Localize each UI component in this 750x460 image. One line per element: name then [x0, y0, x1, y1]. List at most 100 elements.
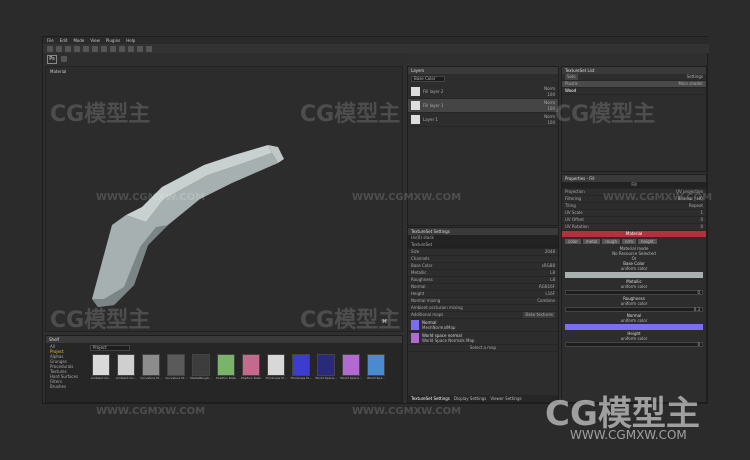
map-row[interactable]: Normal MeshNormalMap [408, 319, 558, 332]
roughness-slider[interactable]: 0.3 [565, 307, 703, 312]
shelf-thumbnail[interactable]: World Spa... [365, 354, 387, 398]
picker-tool-icon[interactable] [92, 45, 98, 52]
paint-tool-icon[interactable] [47, 45, 53, 52]
layer-row[interactable]: Fill layer 2 Norm 100 [408, 85, 558, 99]
channel-row[interactable]: Metallic L8 [408, 270, 558, 277]
shelf-thumbnail[interactable]: Position Data [215, 354, 237, 398]
settings-button[interactable]: Settings [687, 74, 703, 80]
textureset-item[interactable]: Wood [562, 88, 706, 95]
size-row[interactable]: Size 2048 [408, 249, 558, 256]
shelf-thumbnail[interactable]: Position Data [240, 354, 262, 398]
app-window: File Edit Mode View Plugins Help Ps Mate… [42, 36, 709, 404]
layers-channel-select[interactable]: Base Color [411, 76, 445, 82]
bake-textures-button[interactable]: Bake textures [523, 312, 555, 318]
tab-display-settings[interactable]: Display Settings [454, 395, 486, 402]
uv-rotation-row[interactable]: UV Rotation 0 [562, 224, 706, 231]
fill-section-label: Fill [631, 182, 637, 187]
normal-mixing-row[interactable]: Normal mixing Combine [408, 298, 558, 305]
uv-scale-row[interactable]: UV Scale 1 [562, 210, 706, 217]
map-text: World space normal World Space Normals Ma… [422, 333, 475, 343]
eraser-tool-icon[interactable] [56, 45, 62, 52]
ao-mixing-row[interactable]: Ambient occlusion mixing [408, 305, 558, 312]
shelf-thumbnail-label: World Space... [340, 376, 362, 380]
shelf-thumbnail[interactable]: Ambient Oc... [115, 354, 137, 398]
watermark-url: WWW.CGMXW.COM [352, 406, 462, 417]
textureset-item[interactable]: Plastic Main shader [562, 81, 706, 88]
additional-maps-label: Additional maps [411, 312, 444, 317]
clone-tool-icon[interactable] [83, 45, 89, 52]
render-icon[interactable] [128, 45, 134, 52]
channel-row[interactable]: Roughness L8 [408, 277, 558, 284]
shelf-thumbnail[interactable]: World Space... [315, 354, 337, 398]
tiling-row[interactable]: Tiling Repeat [562, 203, 706, 210]
smudge-tool-icon[interactable] [74, 45, 80, 52]
toggle-height[interactable]: height [638, 239, 657, 244]
uv-offset-value: 0 [700, 217, 703, 222]
shelf-thumbnail[interactable]: World Space... [340, 354, 362, 398]
toggle-color[interactable]: color [565, 239, 581, 244]
polygon-fill-icon[interactable] [101, 45, 107, 52]
properties-title: Properties - Fill [562, 175, 706, 182]
shelf-thumbnail-label: Thickness M... [265, 376, 287, 380]
menu-mode[interactable]: Mode [73, 38, 84, 43]
menu-plugins[interactable]: Plugins [106, 38, 120, 43]
shelf-filter-field[interactable]: Project [90, 345, 130, 351]
shelf-thumbnail[interactable]: Curvature M... [165, 354, 187, 398]
symmetry-icon[interactable] [119, 45, 125, 52]
size-value: 2048 [544, 249, 555, 254]
normal-swatch[interactable] [565, 324, 703, 330]
select-map-row[interactable]: Select a map [408, 345, 558, 352]
layout-icon[interactable] [146, 45, 152, 52]
projection-tool-icon[interactable] [65, 45, 71, 52]
layer-row[interactable]: Layer 1 Norm 100 [408, 113, 558, 127]
tab-textureset-settings[interactable]: TextureSet Settings [411, 395, 450, 402]
menu-view[interactable]: View [90, 38, 100, 43]
watermark-brand: CG模型主 [555, 102, 656, 127]
channel-format: L16F [545, 291, 555, 296]
uv-offset-row[interactable]: UV Offset 0 [562, 217, 706, 224]
channel-row[interactable]: Height L16F [408, 291, 558, 298]
height-block: Height uniform color [562, 331, 706, 341]
additional-maps-row: Additional maps Bake textures [408, 312, 558, 319]
toggle-metal[interactable]: metal [582, 239, 601, 244]
toggle-nrm[interactable]: nrm [621, 239, 636, 244]
menu-edit[interactable]: Edit [60, 38, 68, 43]
shelf-thumbnail-label: Position Data [216, 376, 236, 380]
menu-file[interactable]: File [47, 38, 54, 43]
map-row[interactable]: World space normal World Space Normals Ma… [408, 332, 558, 345]
channels-heading: Channels [408, 256, 558, 263]
uv-scale-value: 1 [700, 210, 703, 215]
shelf-thumbnail[interactable]: Thickness M... [265, 354, 287, 398]
textureset-settings-panel: TextureSet Settings Uv(0) stack TextureS… [407, 227, 559, 403]
channel-row[interactable]: Base Color sRGB8 [408, 263, 558, 270]
photoshop-export-button[interactable]: Ps [47, 54, 57, 64]
layer-row[interactable]: Fill layer 1 Norm 100 [408, 99, 558, 113]
tiling-value: Repeat [688, 203, 703, 208]
tab-viewer-settings[interactable]: Viewer Settings [490, 395, 521, 402]
menu-help[interactable]: Help [126, 38, 135, 43]
watermark-brand: CG模型主 [50, 102, 151, 127]
channel-row[interactable]: Normal RGB16F [408, 284, 558, 291]
channel-format: sRGB8 [541, 263, 555, 268]
shelf-thumbnail[interactable]: Curvature M... [140, 354, 162, 398]
shelf-thumbnail-image [217, 354, 235, 376]
shelf-thumbnail[interactable]: Thickness M... [290, 354, 312, 398]
channel-name: Metallic [411, 270, 427, 275]
metallic-slider[interactable]: 0 [565, 290, 703, 295]
camera-icon[interactable] [110, 45, 116, 52]
solo-button[interactable]: Solo [565, 74, 578, 80]
uv-mode-field[interactable]: Uv(0) stack [408, 235, 558, 242]
shelf-cat-brushes[interactable]: Brushes [46, 384, 86, 389]
shelf-thumbnail-label: Curvature M... [140, 376, 162, 380]
link-icon[interactable] [61, 56, 67, 62]
texture-name-field[interactable]: TextureSet [408, 242, 558, 249]
map-list: Normal MeshNormalMap World space normal Wor… [408, 319, 558, 345]
ao-mixing-label: Ambient occlusion mixing [411, 305, 463, 310]
height-slider[interactable]: 0 [565, 342, 703, 347]
base-color-swatch[interactable] [565, 272, 703, 278]
shelf-thumbnail[interactable]: Ambient Oc... [90, 354, 112, 398]
layer-thumb [411, 115, 420, 124]
shelf-thumbnail[interactable]: Metal/Rough... [190, 354, 212, 398]
toggle-rough[interactable]: rough [602, 239, 620, 244]
display-icon[interactable] [137, 45, 143, 52]
